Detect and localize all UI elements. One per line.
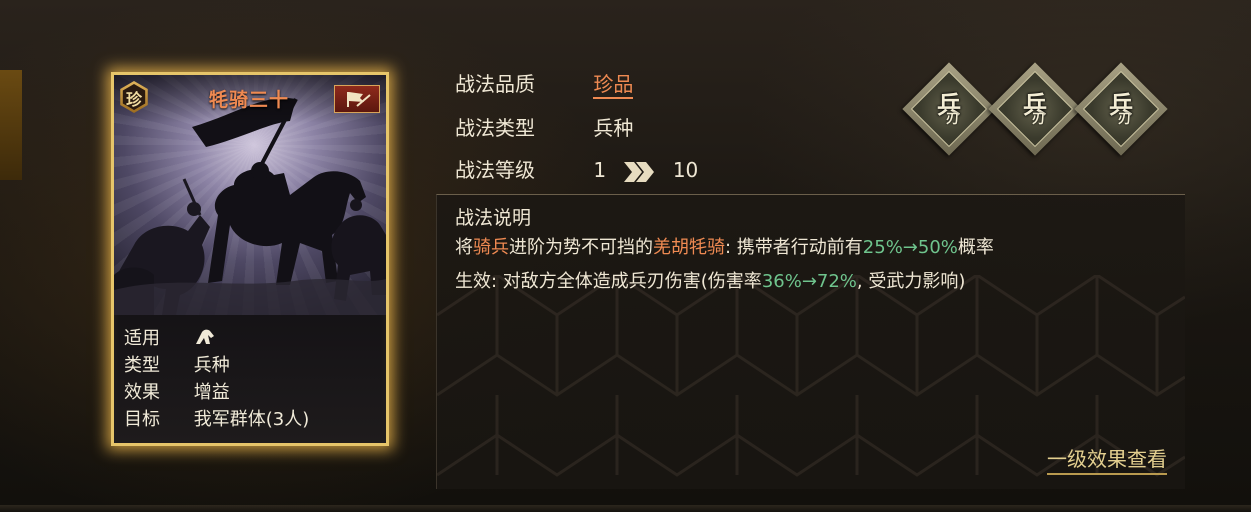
flag-icon xyxy=(347,92,371,107)
desc-highlight: 羌胡牦骑 xyxy=(653,237,725,258)
description-line-2: 生效: 对敌方全体造成兵刃伤害(伤害率36%→72%, 受武力影响) xyxy=(455,267,965,293)
description-title: 战法说明 xyxy=(455,207,532,229)
info-key: 适用 xyxy=(124,328,160,349)
troop-type-icons: 兵 刃 兵 刃 兵 刃 xyxy=(902,62,1170,156)
desc-text: 生效: 对敌方全体造成兵刃伤害(伤害率 xyxy=(455,271,762,292)
card-info-panel: 适用 类型 兵种 效果 增益 目标 我军群体(3人) xyxy=(114,315,386,443)
diamond-sub-glyph: 刃 xyxy=(1118,112,1132,127)
blade-troop-icon[interactable]: 兵 刃 xyxy=(902,62,996,156)
diamond-sub-glyph: 刃 xyxy=(1032,112,1046,127)
skill-card[interactable]: 珍 牦骑三十 适用 类型 兵种 效果 增益 目标 我军群体(3人) xyxy=(111,72,389,446)
info-row-applicable: 适用 xyxy=(124,324,216,349)
tactic-type-badge xyxy=(334,85,380,113)
blade-troop-icon[interactable]: 兵 刃 xyxy=(1074,62,1168,156)
level-from: 1 xyxy=(593,158,607,182)
desc-text: 进阶为势不可挡的 xyxy=(509,237,653,258)
bottom-edge xyxy=(0,505,1251,512)
double-chevron-right-icon xyxy=(624,161,655,182)
prop-level: 战法等级 1 10 xyxy=(455,154,698,184)
description-line-1: 将骑兵进阶为势不可挡的羌胡牦骑: 携带者行动前有25%→50%概率 xyxy=(455,233,994,259)
desc-highlight: 骑兵 xyxy=(473,237,509,258)
desc-value-range: 25%→50% xyxy=(862,237,958,258)
diamond-sub-glyph: 刃 xyxy=(946,112,960,127)
level-to: 10 xyxy=(672,158,699,182)
left-edge-tab xyxy=(0,70,22,180)
skill-detail-screen: 珍 牦骑三十 适用 类型 兵种 效果 增益 目标 我军群体(3人) 战法品质 珍… xyxy=(0,0,1251,512)
prop-type: 战法类型 兵种 xyxy=(455,112,633,142)
info-row-effect: 效果 增益 xyxy=(124,378,230,403)
prop-quality: 战法品质 珍品 xyxy=(455,68,634,99)
desc-text: 将 xyxy=(455,237,473,258)
rarity-badge-label: 珍 xyxy=(125,90,142,109)
info-key: 类型 xyxy=(124,355,160,376)
prop-label: 战法品质 xyxy=(455,72,535,96)
info-value: 我军群体(3人) xyxy=(193,409,310,430)
type-value: 兵种 xyxy=(593,116,634,140)
card-title: 牦骑三十 xyxy=(208,89,289,111)
info-value: 兵种 xyxy=(193,355,230,376)
card-header: 珍 牦骑三十 xyxy=(114,75,386,123)
cavalry-icon xyxy=(194,328,216,349)
prop-label: 战法等级 xyxy=(455,158,535,182)
info-row-target: 目标 我军群体(3人) xyxy=(124,405,310,430)
rarity-badge: 珍 xyxy=(118,81,150,113)
desc-text: , 受武力影响) xyxy=(856,271,966,292)
description-panel: 战法说明 将骑兵进阶为势不可挡的羌胡牦骑: 携带者行动前有25%→50%概率 生… xyxy=(436,194,1185,489)
desc-value-range: 36%→72% xyxy=(761,271,857,292)
quality-value[interactable]: 珍品 xyxy=(593,72,634,99)
info-value: 增益 xyxy=(193,382,230,403)
blade-troop-icon[interactable]: 兵 刃 xyxy=(988,62,1082,156)
desc-text: : 携带者行动前有 xyxy=(725,237,863,258)
info-key: 效果 xyxy=(124,382,160,403)
view-level-one-effect-link[interactable]: 一级效果查看 xyxy=(1047,443,1167,475)
info-key: 目标 xyxy=(124,409,160,430)
info-row-type: 类型 兵种 xyxy=(124,351,230,376)
prop-label: 战法类型 xyxy=(455,116,535,140)
desc-text: 概率 xyxy=(957,237,994,258)
